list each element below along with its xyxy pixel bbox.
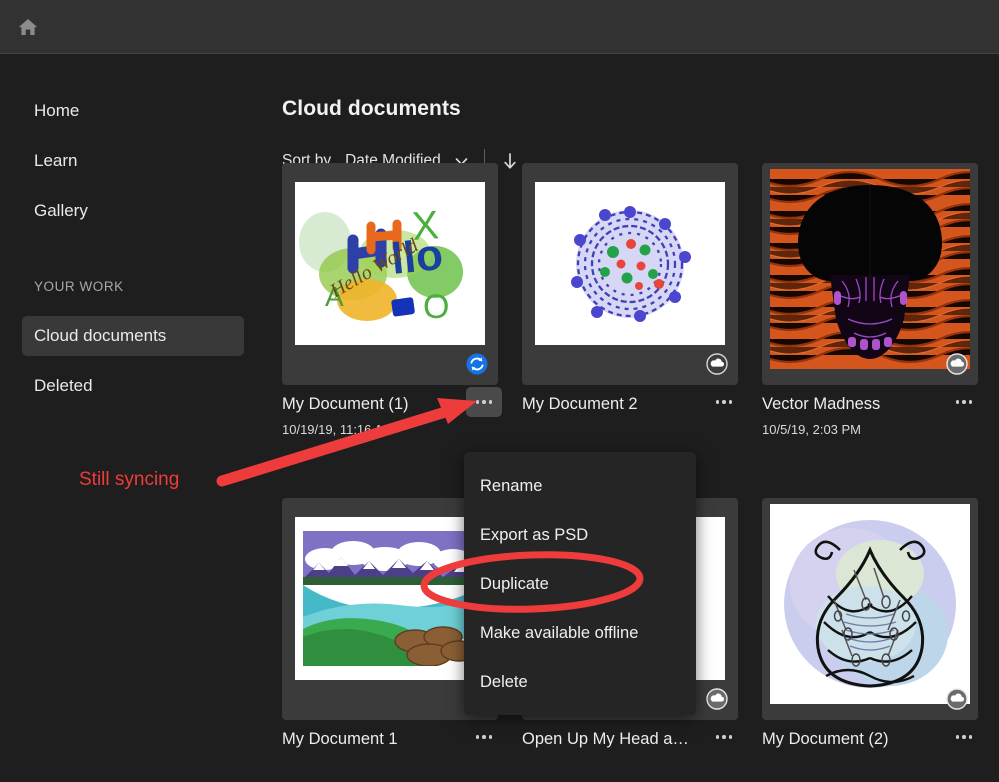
sidebar-item-label: Home <box>34 101 80 120</box>
sidebar-item-home[interactable]: Home <box>22 91 244 131</box>
cloud-icon <box>946 353 968 375</box>
home-icon[interactable] <box>17 16 39 38</box>
thumbnail-artwork <box>295 517 485 680</box>
document-title: My Document (1) <box>282 395 409 413</box>
document-thumbnail[interactable]: llo X O A Hello World <box>282 163 498 385</box>
document-options-button[interactable] <box>946 722 982 752</box>
dot <box>482 735 486 739</box>
document-options-button[interactable] <box>946 387 982 417</box>
thumbnail-artwork <box>535 182 725 345</box>
document-title: Vector Madness <box>762 395 881 413</box>
svg-text:O: O <box>423 288 449 326</box>
document-card[interactable]: llo X O A Hello World My Document (1) 10… <box>282 163 502 437</box>
sidebar-item-label: Cloud documents <box>34 326 167 345</box>
cloud-icon <box>706 353 728 375</box>
document-title: My Document 1 <box>282 730 398 748</box>
dot <box>488 735 493 739</box>
thumbnail-artwork <box>770 169 970 369</box>
dot <box>722 735 726 739</box>
document-date: 10/19/19, 11:16 AM <box>282 422 394 437</box>
document-options-button[interactable] <box>706 722 742 752</box>
dot <box>968 735 973 739</box>
sidebar-item-deleted[interactable]: Deleted <box>22 366 244 406</box>
arrow-down-icon[interactable] <box>502 151 518 171</box>
document-options-button[interactable] <box>706 387 742 417</box>
document-context-menu: Rename Export as PSD Duplicate Make avai… <box>464 452 696 715</box>
dot <box>728 400 733 404</box>
dot <box>962 735 966 739</box>
document-thumbnail[interactable] <box>762 498 978 720</box>
dot <box>715 400 720 404</box>
cloud-icon <box>706 688 728 710</box>
sidebar-item-label: Gallery <box>34 201 88 220</box>
document-card[interactable]: My Document (2) <box>762 498 978 748</box>
document-options-button[interactable] <box>466 387 502 417</box>
dot <box>968 400 973 404</box>
sidebar-item-label: Deleted <box>34 376 93 395</box>
sidebar-item-label: Learn <box>34 151 78 170</box>
sidebar-item-gallery[interactable]: Gallery <box>22 191 244 231</box>
sidebar: Home Learn Gallery YOUR WORK Cloud docum… <box>0 55 278 777</box>
dot <box>475 400 480 404</box>
sidebar-item-cloud-documents[interactable]: Cloud documents <box>22 316 244 356</box>
dot <box>955 735 960 739</box>
document-thumbnail[interactable] <box>522 163 738 385</box>
context-menu-item-make-available-offline[interactable]: Make available offline <box>464 609 696 658</box>
sidebar-section-your-work: YOUR WORK <box>34 279 124 294</box>
dot <box>955 400 960 404</box>
document-date: 10/5/19, 2:03 PM <box>762 422 862 437</box>
dot <box>488 400 493 404</box>
document-title: My Document 2 <box>522 395 638 413</box>
dot <box>715 735 720 739</box>
sidebar-item-learn[interactable]: Learn <box>22 141 244 181</box>
document-thumbnail[interactable] <box>762 163 978 385</box>
context-menu-item-rename[interactable]: Rename <box>464 462 696 511</box>
dot <box>475 735 480 739</box>
sync-icon <box>466 353 488 375</box>
document-card[interactable]: Vector Madness 10/5/19, 2:03 PM <box>762 163 978 437</box>
context-menu-item-delete[interactable]: Delete <box>464 658 696 707</box>
dot <box>482 400 486 404</box>
document-card[interactable]: My Document 2 <box>522 163 738 413</box>
document-title: My Document (2) <box>762 730 889 748</box>
top-bar <box>0 0 999 54</box>
thumbnail-artwork <box>770 504 970 704</box>
context-menu-item-export-as-psd[interactable]: Export as PSD <box>464 511 696 560</box>
document-options-button[interactable] <box>466 722 502 752</box>
context-menu-item-duplicate[interactable]: Duplicate <box>464 560 696 609</box>
cloud-icon <box>946 688 968 710</box>
dot <box>728 735 733 739</box>
page-title: Cloud documents <box>282 97 461 120</box>
document-title: Open Up My Head a… <box>522 730 689 748</box>
dot <box>962 400 966 404</box>
thumbnail-artwork: llo X O A Hello World <box>295 182 485 345</box>
dot <box>722 400 726 404</box>
app-root: Home Learn Gallery YOUR WORK Cloud docum… <box>0 0 999 777</box>
